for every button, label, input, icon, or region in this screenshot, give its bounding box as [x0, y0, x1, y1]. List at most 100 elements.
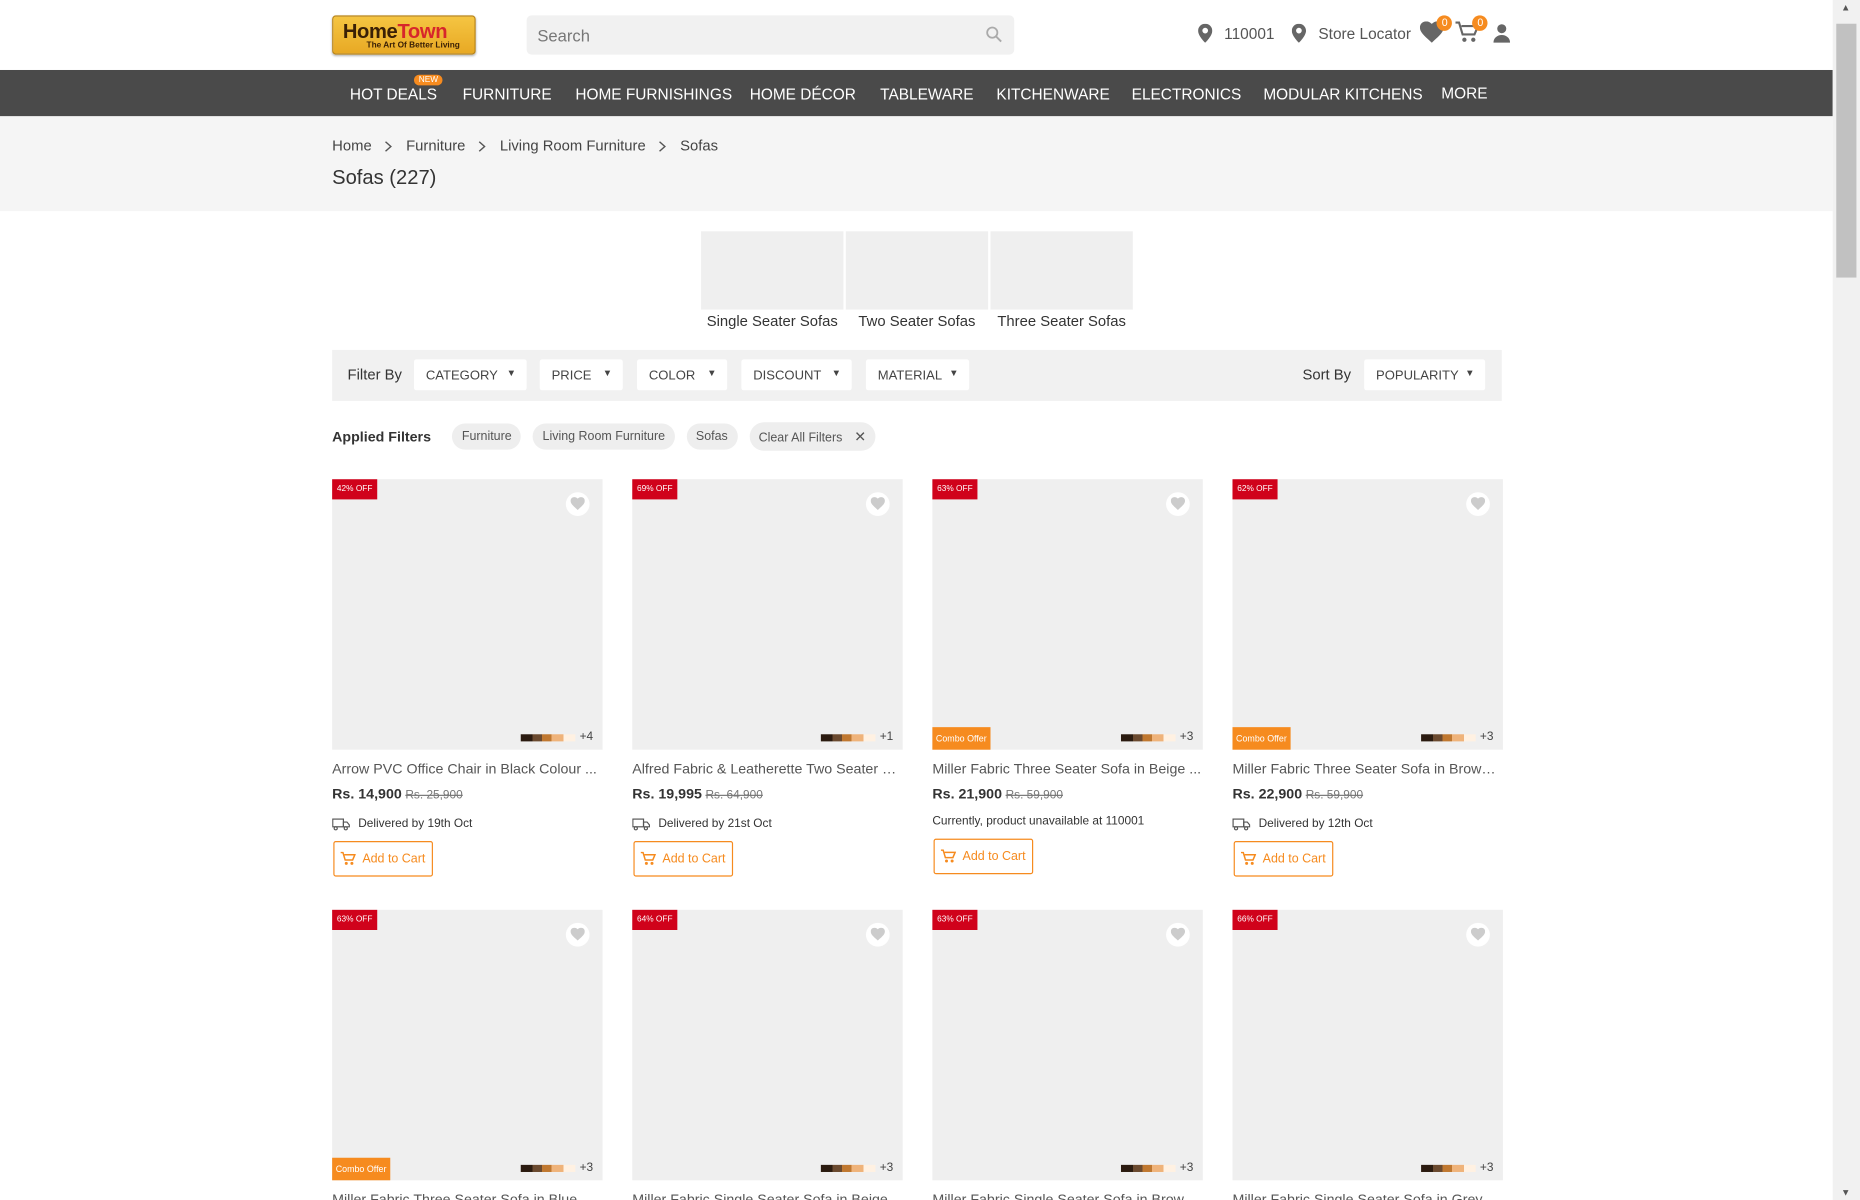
- product-image[interactable]: 63% OFF Combo Offer +3: [332, 909, 603, 1181]
- cart-icon: [1241, 851, 1257, 865]
- nav-tableware[interactable]: TABLEWARE: [880, 85, 973, 103]
- store-locator-icon[interactable]: [1292, 23, 1307, 43]
- more-colors-count[interactable]: +3: [580, 1161, 594, 1174]
- nav-hot-deals[interactable]: HOT DEALS NEW: [350, 74, 443, 103]
- add-to-cart-button[interactable]: Add to Cart: [333, 841, 433, 877]
- filter-by-label: Filter By: [347, 366, 402, 384]
- add-to-cart-button[interactable]: Add to Cart: [1233, 841, 1334, 877]
- breadcrumb-living-room-furniture[interactable]: Living Room Furniture: [500, 138, 646, 155]
- more-colors-count[interactable]: +3: [1180, 731, 1194, 744]
- filter-discount-dropdown[interactable]: DISCOUNT ▼: [741, 359, 852, 391]
- nav-modular-kitchens[interactable]: MODULAR KITCHENS: [1263, 85, 1422, 103]
- subcategory-single-seater[interactable]: Single Seater Sofas: [701, 231, 844, 330]
- filter-price-dropdown[interactable]: PRICE ▼: [539, 359, 623, 391]
- product-image[interactable]: 64% OFF +3: [632, 909, 903, 1181]
- product-image[interactable]: 42% OFF +4: [332, 479, 603, 750]
- scrollbar[interactable]: ▲ ▼: [1832, 0, 1860, 1200]
- scroll-up-arrow-icon[interactable]: ▲: [1841, 2, 1850, 13]
- product-image[interactable]: 69% OFF +1: [632, 479, 903, 750]
- sort-dropdown[interactable]: POPULARITY ▼: [1364, 359, 1486, 391]
- product-card[interactable]: 69% OFF +1 Alfred Fabric & Leatherette Two…: [632, 479, 903, 877]
- discount-badge: 62% OFF: [1232, 479, 1278, 500]
- scroll-down-arrow-icon[interactable]: ▼: [1841, 1187, 1850, 1198]
- product-card[interactable]: 66% OFF +3 Miller Fabric Single Seater Sof…: [1232, 909, 1503, 1200]
- wishlist-heart-icon[interactable]: [1466, 492, 1490, 517]
- add-to-cart-button[interactable]: Add to Cart: [633, 841, 734, 877]
- user-account-icon[interactable]: [1494, 24, 1511, 43]
- nav-kitchenware[interactable]: KITCHENWARE: [996, 85, 1109, 103]
- breadcrumb-furniture[interactable]: Furniture: [406, 138, 465, 155]
- product-name[interactable]: Miller Fabric Three Seater Sofa in Beige…: [932, 760, 1202, 777]
- product-name[interactable]: Miller Fabric Single Seater Sofa in Beig…: [632, 1191, 902, 1200]
- subcategory-three-seater[interactable]: Three Seater Sofas: [990, 231, 1133, 330]
- add-to-cart-button[interactable]: Add to Cart: [933, 838, 1034, 875]
- combo-offer-badge: Combo Offer: [332, 1157, 391, 1181]
- color-swatches[interactable]: [820, 1164, 876, 1172]
- search-icon[interactable]: [986, 26, 1003, 43]
- nav-more[interactable]: MORE: [1441, 84, 1487, 102]
- more-colors-count[interactable]: +1: [880, 731, 894, 744]
- filter-color-dropdown[interactable]: COLOR ▼: [637, 359, 728, 391]
- wishlist-heart-icon[interactable]: [1166, 922, 1190, 947]
- store-locator-link[interactable]: Store Locator: [1318, 24, 1411, 42]
- product-name[interactable]: Miller Fabric Three Seater Sofa in Blue …: [332, 1191, 602, 1200]
- nav-electronics[interactable]: ELECTRONICS: [1132, 85, 1242, 103]
- color-swatches[interactable]: [1421, 1164, 1476, 1172]
- more-colors-count[interactable]: +3: [1480, 731, 1494, 744]
- breadcrumb-home[interactable]: Home: [332, 138, 372, 155]
- color-swatches[interactable]: [520, 734, 576, 742]
- scrollbar-thumb[interactable]: [1836, 23, 1857, 278]
- product-card[interactable]: 42% OFF +4 Arrow PVC Office Chair in Black…: [332, 479, 603, 877]
- more-colors-count[interactable]: +3: [880, 1161, 894, 1174]
- color-swatches[interactable]: [1421, 734, 1476, 742]
- color-swatches[interactable]: [820, 734, 876, 742]
- product-name[interactable]: Miller Fabric Single Seater Sofa in Brow…: [932, 1191, 1202, 1200]
- color-swatches[interactable]: [1120, 734, 1176, 742]
- product-name[interactable]: Miller Fabric Three Seater Sofa in Brown…: [1232, 760, 1502, 777]
- search-input[interactable]: [526, 15, 954, 55]
- nav-home-decor[interactable]: HOME DÉCOR: [750, 85, 856, 103]
- more-colors-count[interactable]: +3: [1480, 1161, 1494, 1174]
- product-name[interactable]: Alfred Fabric & Leatherette Two Seater S…: [632, 760, 902, 777]
- product-image[interactable]: 66% OFF +3: [1232, 909, 1503, 1181]
- subcategory-list: Single Seater Sofas Two Seater Sofas Thr…: [701, 231, 1133, 330]
- nav-home-furnishings[interactable]: HOME FURNISHINGS: [575, 85, 732, 103]
- wishlist-heart-icon[interactable]: [1166, 492, 1190, 517]
- product-mrp: Rs. 59,900: [1305, 788, 1364, 802]
- product-card[interactable]: 62% OFF Combo Offer +3 Miller Fabric Three …: [1232, 479, 1503, 877]
- location-pin-icon[interactable]: [1198, 23, 1213, 43]
- filter-chip-sofas[interactable]: Sofas: [686, 423, 738, 450]
- clear-all-filters-button[interactable]: Clear All Filters ✕: [749, 422, 876, 451]
- hometown-logo[interactable]: HomeTown The Art Of Better Living: [332, 15, 476, 55]
- color-swatches[interactable]: [1120, 1164, 1176, 1172]
- filter-material-dropdown[interactable]: MATERIAL ▼: [865, 359, 970, 391]
- wishlist-heart-icon[interactable]: [565, 492, 590, 517]
- subcategory-two-seater[interactable]: Two Seater Sofas: [845, 231, 989, 330]
- wishlist-heart-icon[interactable]: [865, 492, 890, 517]
- more-colors-count[interactable]: +3: [1180, 1161, 1194, 1174]
- filter-bar: Filter By CATEGORY ▼ PRICE ▼ COLOR ▼ DISCOU…: [332, 349, 1502, 401]
- product-card[interactable]: 64% OFF +3 Miller Fabric Single Seater Sof…: [632, 909, 903, 1200]
- color-swatches[interactable]: [520, 1164, 576, 1172]
- product-name[interactable]: Arrow PVC Office Chair in Black Colour .…: [332, 760, 602, 777]
- nav-furniture[interactable]: FURNITURE: [463, 85, 552, 103]
- wishlist-heart-icon[interactable]: [865, 922, 890, 947]
- cart-button[interactable]: 0: [1456, 15, 1489, 45]
- filter-category-dropdown[interactable]: CATEGORY ▼: [413, 359, 527, 391]
- product-price: Rs. 14,900 Rs. 25,900: [332, 785, 463, 802]
- filter-chip-furniture[interactable]: Furniture: [452, 423, 522, 450]
- product-card[interactable]: 63% OFF Combo Offer +3 Miller Fabric Three …: [332, 909, 603, 1200]
- product-card[interactable]: 63% OFF +3 Miller Fabric Single Seater Sof…: [932, 909, 1203, 1200]
- subcategory-image: [845, 231, 989, 310]
- wishlist-heart-icon[interactable]: [565, 922, 590, 947]
- product-image[interactable]: 63% OFF +3: [932, 909, 1203, 1181]
- wishlist-heart-icon[interactable]: [1466, 922, 1490, 947]
- product-card[interactable]: 63% OFF Combo Offer +3 Miller Fabric Three …: [932, 479, 1203, 875]
- product-name[interactable]: Miller Fabric Single Seater Sofa in Grey…: [1232, 1191, 1502, 1200]
- product-image[interactable]: 63% OFF Combo Offer +3: [932, 479, 1203, 750]
- more-colors-count[interactable]: +4: [580, 731, 594, 744]
- wishlist-button[interactable]: 0: [1420, 15, 1453, 45]
- product-image[interactable]: 62% OFF Combo Offer +3: [1232, 479, 1503, 750]
- filter-chip-living-room[interactable]: Living Room Furniture: [533, 423, 675, 450]
- pincode-text[interactable]: 110001: [1224, 24, 1274, 42]
